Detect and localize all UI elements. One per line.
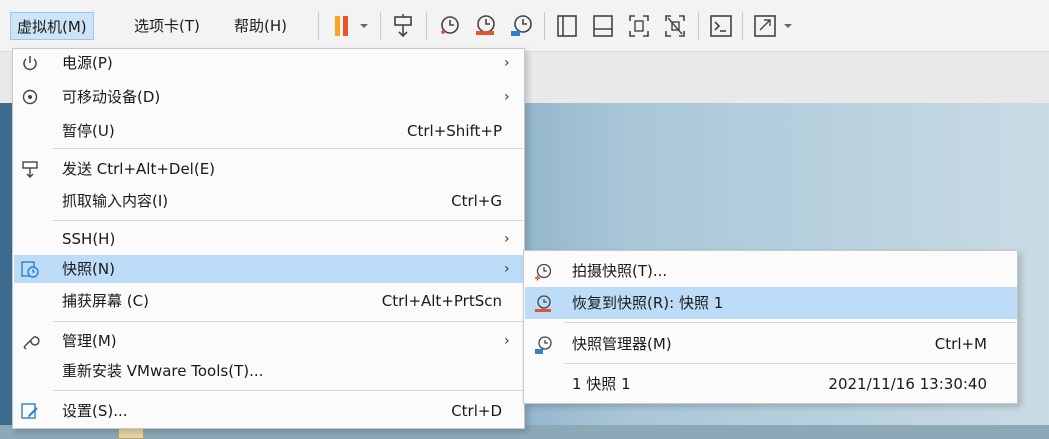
menu-item-ssh[interactable]: SSH(H) › [14,225,524,253]
chevron-down-icon [784,24,792,28]
menu-item-shortcut: Ctrl+G [451,192,502,210]
toolbar-divider [698,12,699,40]
snapshot-submenu: 拍摄快照(T)... 恢复到快照(R): 快照 1 快照管理器(M) Ctrl+… [523,250,1018,404]
menu-help[interactable]: 帮助(H) [228,12,293,40]
menu-tabs[interactable]: 选项卡(T) [128,12,206,40]
snapshot-icon [20,259,40,279]
menu-item-capture-screen[interactable]: 捕获屏幕 (C) Ctrl+Alt+PrtScn [14,287,524,315]
snapshot-manager-icon [511,15,532,36]
submenu-item-shortcut: Ctrl+M [934,335,987,353]
submenu-arrow-icon: › [504,261,510,277]
menu-item-label: 电源(P) [62,54,113,72]
fullscreen-dropdown[interactable] [781,12,795,40]
menu-item-label: SSH(H) [62,230,116,248]
terminal-button[interactable] [706,12,736,40]
library-view-button[interactable] [552,12,582,40]
settings-icon [20,401,40,421]
menu-item-label: 设置(S)... [62,402,128,420]
unity-icon [665,15,685,37]
send-ctrl-alt-del-button[interactable] [388,12,418,40]
menu-item-snapshot[interactable]: 快照(N) › [14,255,524,283]
revert-snapshot-button[interactable] [470,12,500,40]
send-ctrl-alt-del-icon [20,159,40,179]
submenu-arrow-icon: › [504,333,510,349]
library-view-icon [557,15,577,37]
wrench-icon [20,331,40,351]
submenu-arrow-icon: › [504,231,510,247]
snapshot-timestamp: 2021/11/16 13:30:40 [828,375,987,393]
unity-button[interactable] [660,12,690,40]
toolbar-divider [742,12,743,40]
disc-icon [20,87,40,107]
menu-item-label: 管理(M) [62,332,117,350]
revert-snapshot-icon [533,293,553,313]
snapshot-manager-button[interactable] [506,12,536,40]
submenu-item-snapshot-manager[interactable]: 快照管理器(M) Ctrl+M [525,328,1017,360]
fit-guest-button[interactable] [624,12,654,40]
submenu-item-label: 恢复到快照(R): 快照 1 [572,294,724,312]
menu-item-label: 抓取输入内容(I) [62,192,169,210]
toolbar-divider [318,12,319,40]
fullscreen-button[interactable] [750,12,780,40]
toolbar-divider [544,12,545,40]
menu-item-reinstall-vmware-tools[interactable]: 重新安装 VMware Tools(T)... [14,357,524,385]
take-snapshot-button[interactable] [434,12,464,40]
menu-item-shortcut: Ctrl+Alt+PrtScn [381,292,502,310]
menu-separator [53,390,523,391]
send-ctrl-alt-del-icon [394,14,412,38]
power-icon [20,53,40,73]
menu-item-grab-input[interactable]: 抓取输入内容(I) Ctrl+G [14,187,524,215]
menu-item-label: 可移动设备(D) [62,88,161,106]
menu-separator [53,321,523,322]
submenu-arrow-icon: › [504,89,510,105]
menu-item-label: 暂停(U) [62,122,115,140]
menu-item-settings[interactable]: 设置(S)... Ctrl+D [14,397,524,425]
submenu-item-revert-snapshot[interactable]: 恢复到快照(R): 快照 1 [525,287,1017,319]
terminal-icon [710,15,732,37]
chevron-down-icon [360,24,368,28]
revert-snapshot-icon [476,15,495,35]
menu-item-shortcut: Ctrl+D [451,402,502,420]
submenu-item-snapshot-entry[interactable]: 1 快照 1 2021/11/16 13:30:40 [525,368,1017,400]
submenu-item-take-snapshot[interactable]: 拍摄快照(T)... [525,255,1017,287]
menu-item-power[interactable]: 电源(P) › [14,49,524,77]
vm-menu: 电源(P) › 可移动设备(D) › 暂停(U) Ctrl+Shift+P 发送… [12,48,525,429]
pause-icon [335,16,348,36]
submenu-item-label: 1 快照 1 [572,375,631,393]
menu-item-label: 捕获屏幕 (C) [62,292,149,310]
take-snapshot-icon [533,261,553,281]
menu-item-pause[interactable]: 暂停(U) Ctrl+Shift+P [14,117,524,145]
menu-item-removable-devices[interactable]: 可移动设备(D) › [14,83,524,111]
submenu-separator [564,322,1016,323]
toolbar-divider [380,12,381,40]
menu-item-label: 快照(N) [62,260,115,278]
fullscreen-icon [754,15,776,37]
menu-vm[interactable]: 虚拟机(M) [10,12,94,40]
submenu-item-label: 拍摄快照(T)... [572,262,668,280]
menu-item-label: 发送 Ctrl+Alt+Del(E) [62,160,216,178]
console-view-button[interactable] [588,12,618,40]
menu-item-shortcut: Ctrl+Shift+P [407,122,502,140]
pause-dropdown[interactable] [357,12,371,40]
menu-separator [53,148,523,149]
submenu-arrow-icon: › [504,55,510,71]
snapshot-manager-icon [533,334,553,354]
menu-item-manage[interactable]: 管理(M) › [14,327,524,355]
menu-item-send-ctrl-alt-del[interactable]: 发送 Ctrl+Alt+Del(E) [14,155,524,183]
console-view-icon [593,15,613,37]
pause-button[interactable] [326,12,356,40]
fit-guest-icon [629,15,649,37]
take-snapshot-icon [441,16,459,34]
submenu-separator [564,363,1016,364]
toolbar-divider [426,12,427,40]
submenu-item-label: 快照管理器(M) [572,335,672,353]
menu-separator [53,220,523,221]
menu-item-label: 重新安装 VMware Tools(T)... [62,362,264,380]
menubar: 虚拟机(M) 选项卡(T) 帮助(H) [0,0,1049,52]
